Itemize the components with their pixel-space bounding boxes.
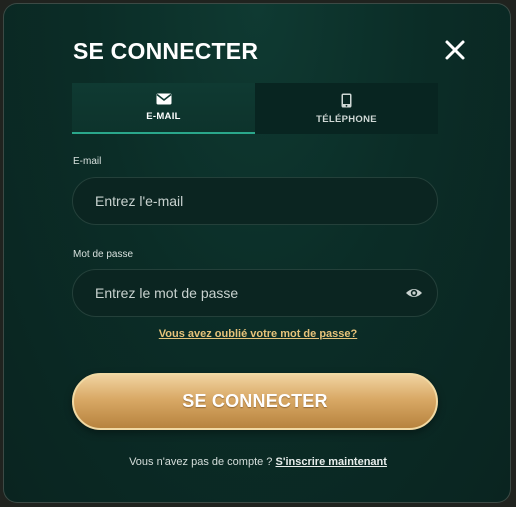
login-method-tabs: E-MAIL TÉLÉPHONE: [72, 83, 438, 134]
envelope-icon: [156, 93, 171, 105]
login-submit-button[interactable]: SE CONNECTER: [72, 373, 438, 430]
phone-icon: [341, 93, 352, 107]
show-password-toggle[interactable]: [405, 286, 423, 300]
close-button[interactable]: [442, 37, 468, 63]
password-input[interactable]: [72, 269, 438, 317]
email-input[interactable]: [72, 177, 438, 225]
tab-phone[interactable]: TÉLÉPHONE: [255, 83, 438, 134]
tab-email[interactable]: E-MAIL: [72, 83, 255, 134]
email-label: E-mail: [73, 156, 102, 167]
close-icon: [445, 40, 465, 60]
eye-icon: [406, 289, 422, 297]
forgot-password-link[interactable]: Vous avez oublié votre mot de passe?: [0, 328, 516, 340]
tab-email-label: E-MAIL: [146, 111, 181, 122]
modal-title: SE CONNECTER: [73, 38, 259, 64]
signup-prompt: Vous n'avez pas de compte ? S'inscrire m…: [0, 456, 516, 468]
signup-link[interactable]: S'inscrire maintenant: [276, 456, 387, 468]
signup-prompt-text: Vous n'avez pas de compte ?: [129, 456, 273, 468]
tab-phone-label: TÉLÉPHONE: [316, 113, 377, 125]
password-label: Mot de passe: [73, 249, 134, 260]
